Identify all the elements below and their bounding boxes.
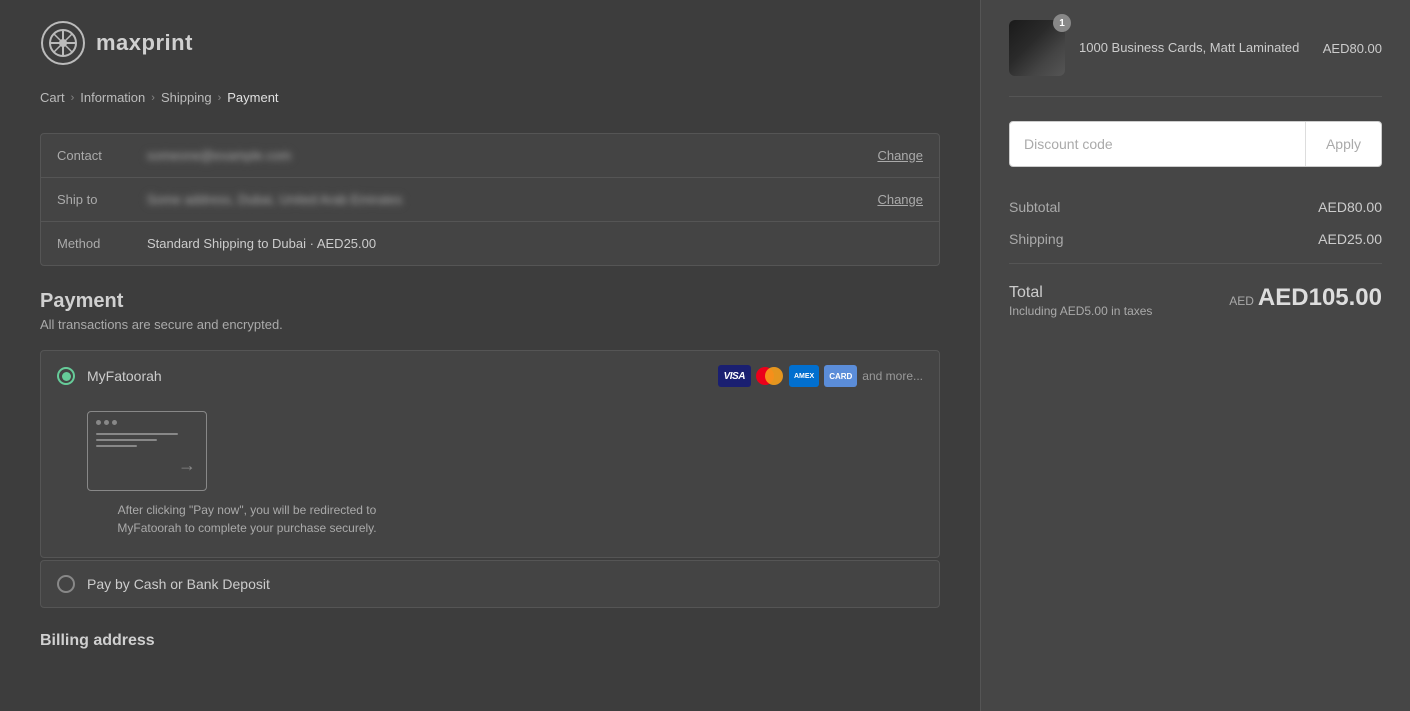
myfatoorah-label: MyFatoorah bbox=[87, 368, 706, 384]
cash-label: Pay by Cash or Bank Deposit bbox=[87, 576, 923, 592]
ship-to-label: Ship to bbox=[57, 192, 147, 207]
ship-to-row: Ship to Some address, Dubai, United Arab… bbox=[41, 178, 939, 222]
total-amount: AED105.00 bbox=[1258, 284, 1382, 312]
product-row: 1 1000 Business Cards, Matt Laminated AE… bbox=[1009, 20, 1382, 97]
amex-icon: AMEX bbox=[789, 365, 819, 387]
product-name: 1000 Business Cards, Matt Laminated bbox=[1079, 39, 1309, 57]
method-value: Standard Shipping to Dubai · AED25.00 bbox=[147, 236, 923, 251]
redirect-text: After clicking "Pay now", you will be re… bbox=[87, 501, 407, 537]
total-value-group: AED AED105.00 bbox=[1229, 284, 1382, 312]
breadcrumb-shipping[interactable]: Shipping bbox=[161, 90, 212, 105]
total-label-group: Total Including AED5.00 in taxes bbox=[1009, 284, 1152, 318]
cash-option[interactable]: Pay by Cash or Bank Deposit bbox=[40, 560, 940, 608]
redirect-illustration: → bbox=[87, 411, 207, 491]
visa-icon: VISA bbox=[718, 365, 751, 387]
logo-icon bbox=[40, 20, 86, 66]
payment-subtitle: All transactions are secure and encrypte… bbox=[40, 317, 940, 332]
generic-card-icon: CARD bbox=[824, 365, 857, 387]
radio-inner bbox=[62, 372, 71, 381]
method-row: Method Standard Shipping to Dubai · AED2… bbox=[41, 222, 939, 265]
totals-divider bbox=[1009, 263, 1382, 264]
myfatoorah-content: → After clicking "Pay now", you will be … bbox=[41, 411, 939, 557]
subtotal-value: AED80.00 bbox=[1318, 199, 1382, 215]
chevron-icon-1: › bbox=[71, 92, 75, 104]
and-more-label: and more... bbox=[862, 369, 923, 383]
myfatoorah-option-header[interactable]: MyFatoorah VISA AMEX CARD and more... bbox=[41, 351, 939, 401]
discount-code-input[interactable] bbox=[1010, 122, 1305, 166]
product-quantity-badge: 1 bbox=[1053, 14, 1071, 32]
ship-to-value: Some address, Dubai, United Arab Emirate… bbox=[147, 192, 877, 207]
contact-value: someone@example.com bbox=[147, 148, 877, 163]
breadcrumb-cart[interactable]: Cart bbox=[40, 90, 65, 105]
contact-label: Contact bbox=[57, 148, 147, 163]
billing-address-title: Billing address bbox=[40, 632, 940, 650]
contact-change-button[interactable]: Change bbox=[877, 148, 923, 163]
arrow-icon: → bbox=[178, 455, 196, 476]
breadcrumb: Cart › Information › Shipping › Payment bbox=[40, 90, 940, 105]
subtotal-label: Subtotal bbox=[1009, 199, 1060, 215]
myfatoorah-option[interactable]: MyFatoorah VISA AMEX CARD and more... bbox=[40, 350, 940, 558]
total-label: Total bbox=[1009, 284, 1152, 302]
total-currency: AED bbox=[1229, 294, 1254, 308]
shipping-row: Shipping AED25.00 bbox=[1009, 223, 1382, 255]
logo-text: maxprint bbox=[96, 30, 193, 56]
shipping-value: AED25.00 bbox=[1318, 231, 1382, 247]
right-panel: 1 1000 Business Cards, Matt Laminated AE… bbox=[980, 0, 1410, 711]
subtotal-row: Subtotal AED80.00 bbox=[1009, 191, 1382, 223]
product-price: AED80.00 bbox=[1323, 41, 1382, 56]
product-thumb-wrapper: 1 bbox=[1009, 20, 1065, 76]
logo-area: maxprint bbox=[40, 20, 940, 66]
payment-section: Payment All transactions are secure and … bbox=[40, 290, 940, 608]
payment-icons: VISA AMEX CARD and more... bbox=[718, 365, 923, 387]
chevron-icon-3: › bbox=[218, 92, 222, 104]
chevron-icon-2: › bbox=[151, 92, 155, 104]
discount-code-box[interactable]: Apply bbox=[1009, 121, 1382, 167]
apply-discount-button[interactable]: Apply bbox=[1305, 122, 1381, 166]
breadcrumb-payment: Payment bbox=[227, 90, 278, 105]
order-summary-table: Contact someone@example.com Change Ship … bbox=[40, 133, 940, 266]
total-row: Total Including AED5.00 in taxes AED AED… bbox=[1009, 272, 1382, 330]
shipping-label: Shipping bbox=[1009, 231, 1064, 247]
myfatoorah-radio[interactable] bbox=[57, 367, 75, 385]
payment-title: Payment bbox=[40, 290, 940, 313]
ship-to-change-button[interactable]: Change bbox=[877, 192, 923, 207]
method-label: Method bbox=[57, 236, 147, 251]
left-panel: maxprint Cart › Information › Shipping ›… bbox=[0, 0, 980, 711]
mastercard-icon bbox=[756, 367, 784, 385]
total-tax-label: Including AED5.00 in taxes bbox=[1009, 304, 1152, 318]
contact-row: Contact someone@example.com Change bbox=[41, 134, 939, 178]
cash-radio[interactable] bbox=[57, 575, 75, 593]
cash-option-header[interactable]: Pay by Cash or Bank Deposit bbox=[41, 561, 939, 607]
breadcrumb-information[interactable]: Information bbox=[80, 90, 145, 105]
totals-section: Subtotal AED80.00 Shipping AED25.00 Tota… bbox=[1009, 191, 1382, 330]
